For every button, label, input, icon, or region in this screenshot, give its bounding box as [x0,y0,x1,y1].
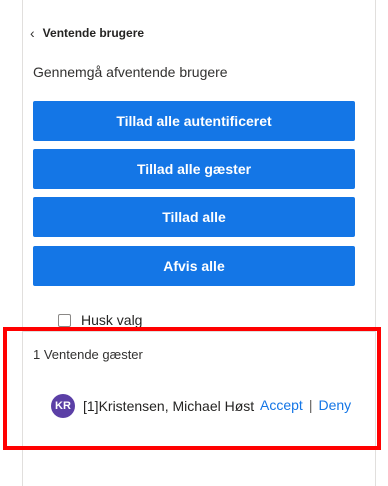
waiting-guests-heading: 1 Ventende gæster [33,347,143,362]
guest-name: [1]Kristensen, Michael Høst [83,398,255,414]
remember-choice[interactable]: Husk valg [58,312,142,328]
back-to-lobby[interactable]: ‹ Ventende brugere [30,24,144,42]
chevron-left-icon[interactable]: ‹ [30,24,35,42]
panel-title: Ventende brugere [42,26,145,40]
deny-all-button[interactable]: Afvis alle [33,246,355,286]
action-separator: | [308,397,313,413]
allow-all-authenticated-button[interactable]: Tillad alle autentificeret [33,101,355,141]
guest-actions: Accept | Deny [260,397,351,413]
allow-all-button[interactable]: Tillad alle [33,197,355,237]
deny-link[interactable]: Deny [318,397,351,413]
list-item: KR [1]Kristensen, Michael Høst [51,393,254,419]
avatar: KR [51,394,75,418]
divider [23,331,375,332]
allow-all-guests-button[interactable]: Tillad alle gæster [33,149,355,189]
panel-subtitle: Gennemgå afventende brugere [33,64,228,80]
remember-checkbox[interactable] [58,313,71,327]
accept-link[interactable]: Accept [260,397,303,413]
remember-label: Husk valg [81,312,143,328]
